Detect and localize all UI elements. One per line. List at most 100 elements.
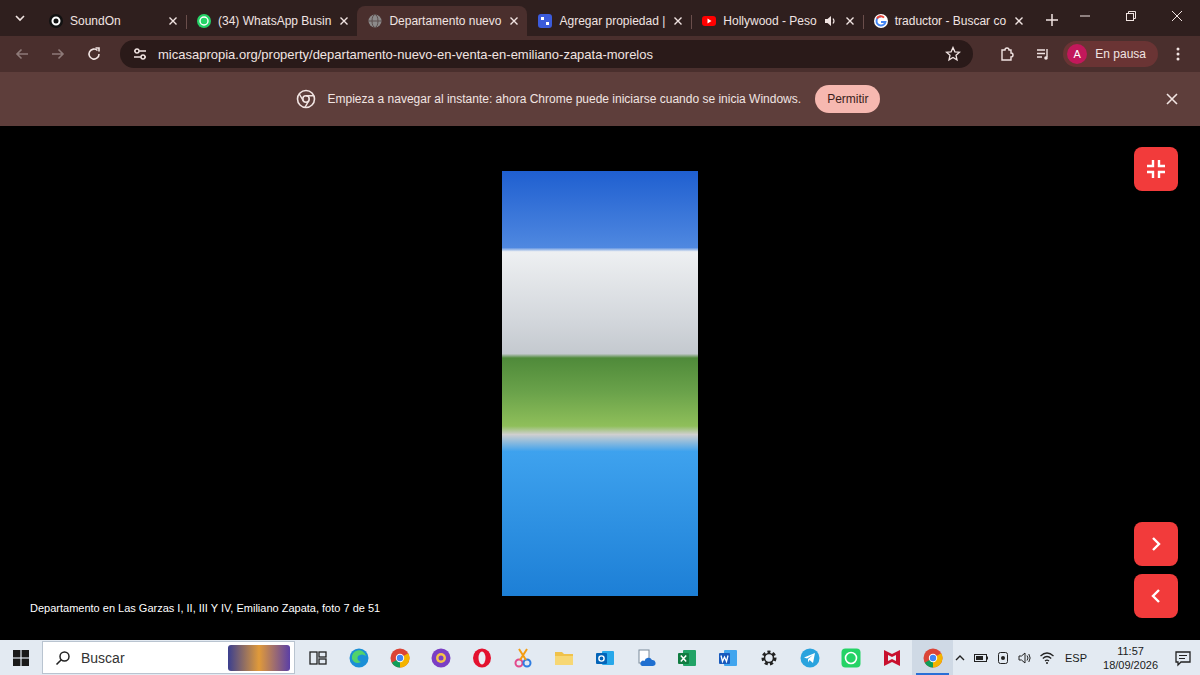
taskbar-app[interactable]	[420, 640, 461, 675]
clock-date: 18/09/2026	[1103, 658, 1158, 672]
system-tray: ESP 11:5718/09/2026	[953, 644, 1200, 672]
wifi-icon[interactable]	[1039, 650, 1055, 666]
input-language[interactable]: ESP	[1065, 652, 1087, 664]
chrome-icon	[389, 647, 411, 669]
infobar-message: Empieza a navegar al instante: ahora Chr…	[328, 92, 802, 106]
tab-label: traductor - Buscar co	[895, 14, 1006, 28]
taskbar-search[interactable]: Buscar	[42, 641, 295, 674]
taskbar-app[interactable]	[502, 640, 543, 675]
notifications-icon[interactable]	[1174, 649, 1192, 667]
close-icon[interactable]	[337, 14, 351, 28]
search-highlight-image	[228, 645, 290, 671]
taskbar-apps	[297, 640, 953, 675]
minimize-button[interactable]	[1062, 0, 1108, 32]
star-icon[interactable]	[945, 46, 961, 62]
taskbar-app[interactable]	[912, 640, 953, 675]
snipping-tool-icon	[512, 647, 534, 669]
chrome-logo-icon	[296, 89, 316, 109]
chrome-icon	[922, 647, 944, 669]
more-vertical-icon	[1170, 46, 1186, 62]
forward-button[interactable]	[42, 39, 74, 69]
tab[interactable]: Hollywood - Peso	[691, 6, 862, 36]
site-icon	[48, 13, 64, 29]
tab[interactable]: traductor - Buscar co	[863, 6, 1032, 36]
taskbar-app[interactable]	[338, 640, 379, 675]
tab-label: SoundOn	[70, 14, 160, 28]
restore-icon	[1125, 10, 1137, 22]
taskbar-app[interactable]	[789, 640, 830, 675]
start-button[interactable]	[0, 640, 42, 675]
volume-icon[interactable]	[1017, 650, 1033, 666]
window-controls	[1062, 0, 1200, 36]
chevron-up-icon[interactable]	[953, 651, 967, 665]
taskbar-app[interactable]	[707, 640, 748, 675]
close-icon[interactable]	[671, 14, 685, 28]
usb-device-icon[interactable]	[995, 650, 1011, 666]
close-icon[interactable]	[166, 14, 180, 28]
battery-icon[interactable]	[973, 650, 989, 666]
tab-search-button[interactable]	[6, 4, 34, 32]
browser-window: SoundOn (34) WhatsApp Busin Departamento n…	[0, 0, 1200, 675]
restore-button[interactable]	[1108, 0, 1154, 32]
back-button[interactable]	[6, 39, 38, 69]
taskbar-app[interactable]	[748, 640, 789, 675]
telegram-icon	[799, 647, 821, 669]
search-icon	[55, 650, 71, 666]
google-icon	[873, 13, 889, 29]
tab[interactable]: Agregar propiedad |	[527, 6, 691, 36]
mcafee-icon	[881, 647, 903, 669]
infobar-close-button[interactable]	[1160, 87, 1184, 111]
tab[interactable]: SoundOn	[38, 6, 186, 36]
reload-button[interactable]	[78, 39, 110, 69]
taskbar-app[interactable]	[297, 640, 338, 675]
property-photo	[502, 171, 698, 596]
taskbar: Buscar ESP 11:5718/09/2026	[0, 640, 1200, 675]
whatsapp-icon	[840, 647, 862, 669]
taskbar-app[interactable]	[543, 640, 584, 675]
photo-viewer: Departamento en Las Garzas I, II, III Y …	[0, 126, 1200, 640]
close-icon[interactable]	[1012, 14, 1026, 28]
close-window-button[interactable]	[1154, 0, 1200, 32]
tab-label: Hollywood - Peso	[723, 14, 816, 28]
taskbar-app[interactable]	[379, 640, 420, 675]
chevron-left-icon	[1147, 587, 1165, 605]
media-controls-button[interactable]	[1027, 39, 1059, 69]
task-view-icon	[308, 648, 328, 668]
site-icon	[701, 13, 717, 29]
search-placeholder: Buscar	[81, 650, 218, 666]
close-icon	[1171, 10, 1183, 22]
allow-button[interactable]: Permitir	[815, 85, 880, 113]
site-info-icon[interactable]	[132, 46, 148, 62]
url-text: micasapropia.org/property/departamento-n…	[158, 47, 935, 62]
close-icon[interactable]	[843, 14, 857, 28]
site-icon	[367, 13, 383, 29]
close-icon[interactable]	[507, 14, 521, 28]
word-icon	[717, 647, 739, 669]
tab[interactable]: (34) WhatsApp Busin	[186, 6, 357, 36]
next-photo-button[interactable]	[1134, 522, 1178, 566]
taskbar-app[interactable]	[871, 640, 912, 675]
plus-icon	[1045, 13, 1059, 27]
taskbar-app[interactable]	[666, 640, 707, 675]
tab-list: SoundOn (34) WhatsApp Busin Departamento n…	[38, 6, 1062, 36]
exit-fullscreen-button[interactable]	[1134, 147, 1178, 191]
taskbar-app[interactable]	[584, 640, 625, 675]
arrow-right-icon	[50, 46, 66, 62]
clock-time: 11:57	[1117, 644, 1144, 658]
address-bar[interactable]: micasapropia.org/property/departamento-n…	[120, 40, 973, 68]
menu-button[interactable]	[1162, 39, 1194, 69]
clock[interactable]: 11:5718/09/2026	[1103, 644, 1158, 672]
chevron-right-icon	[1147, 535, 1165, 553]
taskbar-app[interactable]	[830, 640, 871, 675]
tab-label: Agregar propiedad |	[559, 14, 665, 28]
site-icon	[196, 13, 212, 29]
tab[interactable]: Departamento nuevo	[357, 6, 527, 36]
speaker-icon[interactable]	[823, 14, 837, 28]
previous-photo-button[interactable]	[1134, 574, 1178, 618]
profile-button[interactable]: AEn pausa	[1063, 41, 1158, 67]
taskbar-app[interactable]	[461, 640, 502, 675]
globe-icon	[367, 13, 383, 29]
tab-label: Departamento nuevo	[389, 14, 501, 28]
extensions-button[interactable]	[991, 39, 1023, 69]
taskbar-app[interactable]	[625, 640, 666, 675]
